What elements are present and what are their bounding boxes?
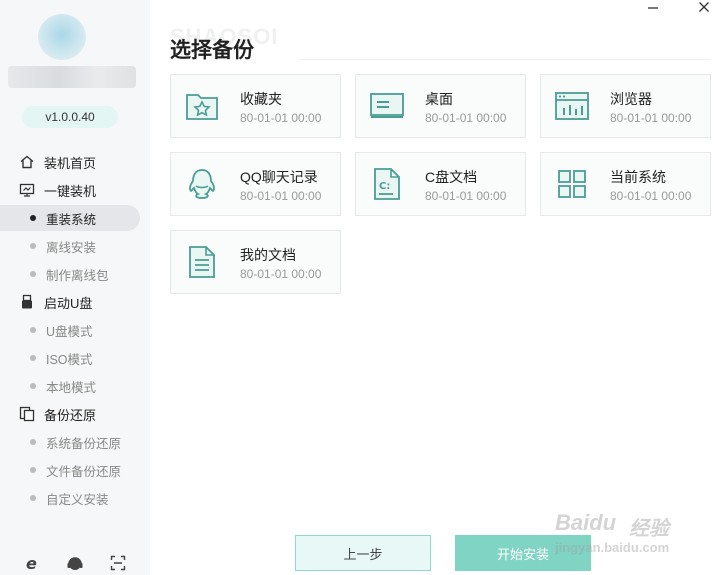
sidebar-item-label: 备份还原 (44, 407, 97, 423)
sidebar-item-label: U盘模式 (46, 324, 93, 339)
sidebar-item-offline-install[interactable]: 离线安装 (0, 232, 150, 260)
c-drive-document-icon: C: (368, 165, 406, 203)
sidebar-item-label: 重装系统 (46, 212, 97, 227)
my-documents-icon (183, 243, 221, 281)
app-window: v1.0.0.40 装机首页 一键装机 重装系统 离线安装 制作离线包 启动U盘… (0, 0, 718, 575)
ie-icon[interactable]: e (22, 553, 42, 573)
sidebar-item-label: 一键装机 (44, 183, 97, 199)
usb-icon (18, 293, 36, 311)
close-icon (698, 0, 710, 18)
system-grid-icon (553, 165, 591, 203)
sidebar-item-one-click-install[interactable]: 一键装机 (0, 176, 150, 204)
sidebar-item-make-offline-package[interactable]: 制作离线包 (0, 260, 150, 288)
sidebar-item-backup-restore[interactable]: 备份还原 (0, 400, 150, 428)
sidebar-item-label: 启动U盘 (44, 295, 93, 311)
sidebar-item-label: 系统备份还原 (46, 436, 122, 451)
app-logo (38, 14, 86, 60)
card-name: QQ聊天记录 (240, 169, 318, 185)
card-name: 浏览器 (610, 91, 652, 107)
sidebar: v1.0.0.40 装机首页 一键装机 重装系统 离线安装 制作离线包 启动U盘… (0, 0, 150, 575)
card-time: 80-01-01 00:00 (240, 111, 322, 125)
bullet-icon (30, 439, 36, 445)
bullet-icon (30, 495, 36, 501)
minimize-button[interactable] (641, 0, 665, 18)
sidebar-nav: 装机首页 一键装机 重装系统 离线安装 制作离线包 启动U盘 U盘模式 ISO模… (0, 148, 150, 512)
sidebar-bottom-toolbar: e (0, 552, 150, 574)
baidu-watermark: Baidu 经验 jingyan.baidu.com (555, 510, 715, 568)
backup-icon (18, 405, 36, 423)
support-icon[interactable] (65, 553, 85, 573)
card-time: 80-01-01 00:00 (240, 189, 322, 203)
version-badge: v1.0.0.40 (22, 106, 118, 128)
card-time: 80-01-01 00:00 (610, 111, 692, 125)
monitor-icon (18, 181, 36, 199)
card-name: 当前系统 (610, 169, 666, 185)
sidebar-item-home[interactable]: 装机首页 (0, 148, 150, 176)
bullet-icon (30, 243, 36, 249)
bullet-icon (30, 215, 36, 221)
sidebar-item-reinstall-system[interactable]: 重装系统 (0, 204, 150, 232)
bullet-icon (30, 355, 36, 361)
browser-icon (553, 87, 591, 125)
svg-text:C:: C: (379, 181, 390, 192)
sidebar-item-label: 自定义安装 (46, 492, 109, 507)
qq-icon (183, 165, 221, 203)
backup-card-my-documents[interactable]: 我的文档 80-01-01 00:00 (170, 230, 341, 294)
home-icon (18, 153, 36, 171)
bullet-icon (30, 467, 36, 473)
bullet-icon (30, 383, 36, 389)
sidebar-item-label: 文件备份还原 (46, 464, 122, 479)
page-title: 选择备份 (170, 39, 254, 62)
backup-card-current-system[interactable]: 当前系统 80-01-01 00:00 (540, 152, 711, 216)
desktop-icon (368, 87, 406, 125)
card-name: C盘文档 (425, 169, 478, 185)
baidu-watermark-url: jingyan.baidu.com (555, 540, 670, 555)
bullet-icon (30, 327, 36, 333)
card-time: 80-01-01 00:00 (240, 267, 322, 281)
sidebar-item-iso-mode[interactable]: ISO模式 (0, 344, 150, 372)
card-name: 我的文档 (240, 247, 296, 263)
sidebar-item-usb-mode[interactable]: U盘模式 (0, 316, 150, 344)
title-divider (300, 59, 710, 60)
sidebar-item-label: 离线安装 (46, 240, 97, 255)
bullet-icon (30, 271, 36, 277)
baidu-watermark-logo: Baidu (555, 510, 617, 535)
previous-step-button[interactable]: 上一步 (295, 535, 431, 571)
scan-icon[interactable] (108, 553, 128, 573)
close-button[interactable] (692, 0, 716, 18)
sidebar-item-file-backup-restore[interactable]: 文件备份还原 (0, 456, 150, 484)
sidebar-item-label: ISO模式 (46, 352, 93, 367)
sidebar-item-local-mode[interactable]: 本地模式 (0, 372, 150, 400)
backup-card-qq-chat[interactable]: QQ聊天记录 80-01-01 00:00 (170, 152, 341, 216)
minimize-icon (647, 0, 659, 18)
card-name: 桌面 (425, 91, 453, 107)
sidebar-item-system-backup-restore[interactable]: 系统备份还原 (0, 428, 150, 456)
backup-card-favorites[interactable]: 收藏夹 80-01-01 00:00 (170, 74, 341, 138)
brand-name-blurred (8, 66, 136, 88)
svg-text:e: e (26, 555, 37, 571)
favorites-folder-icon (183, 87, 221, 125)
backup-card-browser[interactable]: 浏览器 80-01-01 00:00 (540, 74, 711, 138)
card-time: 80-01-01 00:00 (610, 189, 692, 203)
card-name: 收藏夹 (240, 91, 282, 107)
baidu-watermark-jingyan: 经验 (629, 518, 669, 540)
sidebar-item-label: 制作离线包 (46, 268, 109, 283)
sidebar-item-label: 本地模式 (46, 380, 97, 395)
sidebar-item-label: 装机首页 (44, 155, 97, 171)
card-time: 80-01-01 00:00 (425, 111, 507, 125)
backup-card-desktop[interactable]: 桌面 80-01-01 00:00 (355, 74, 526, 138)
backup-card-c-drive-docs[interactable]: C: C盘文档 80-01-01 00:00 (355, 152, 526, 216)
card-time: 80-01-01 00:00 (425, 189, 507, 203)
sidebar-item-custom-install[interactable]: 自定义安装 (0, 484, 150, 512)
sidebar-item-boot-usb[interactable]: 启动U盘 (0, 288, 150, 316)
